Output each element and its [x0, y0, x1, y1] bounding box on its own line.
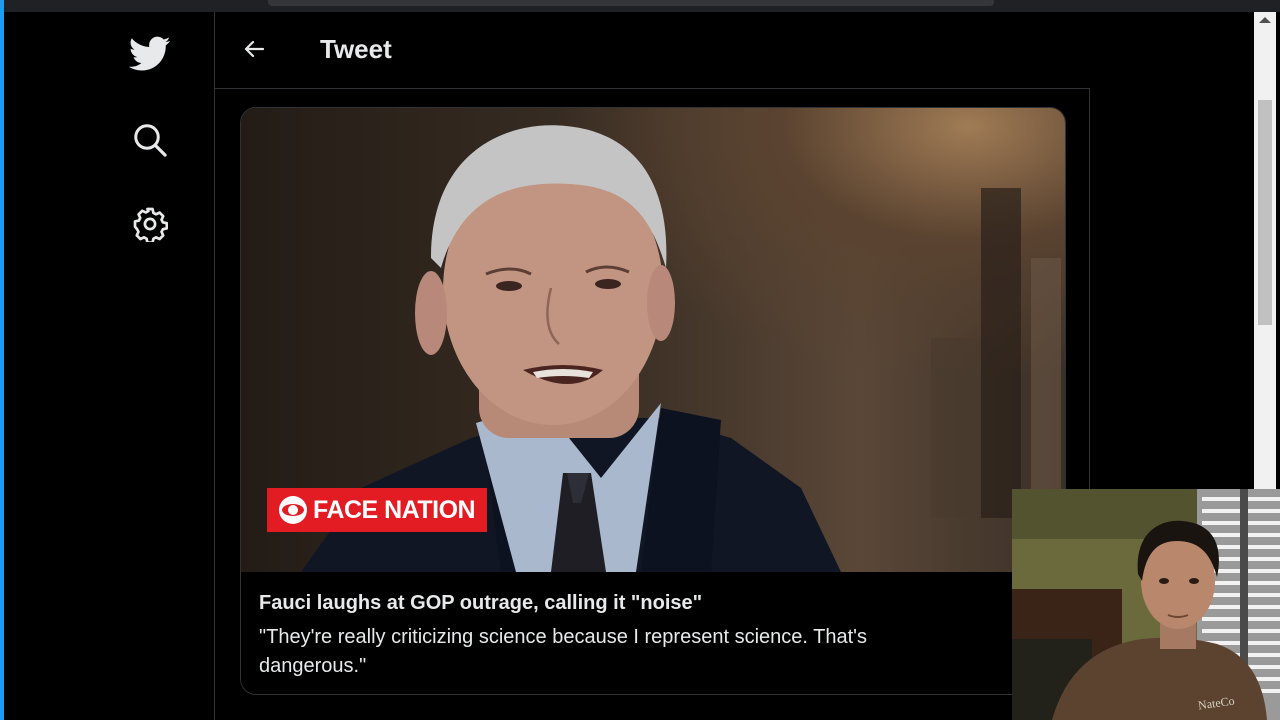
tweet-header: Tweet	[215, 12, 1090, 89]
address-bar[interactable]	[268, 0, 994, 6]
back-button[interactable]	[235, 30, 273, 68]
page-title: Tweet	[320, 34, 392, 64]
sidebar-nav	[4, 12, 214, 720]
search-link[interactable]	[128, 118, 172, 162]
webcam-scene-image	[1012, 489, 1280, 720]
scroll-thumb[interactable]	[1258, 100, 1272, 325]
link-preview-card[interactable]: FACE NATION Fauci laughs at GOP outrage,…	[240, 107, 1066, 695]
search-icon	[134, 124, 167, 157]
card-text-block: Fauci laughs at GOP outrage, calling it …	[241, 572, 1065, 694]
column-divider-left	[214, 12, 215, 720]
card-description: "They're really criticizing science beca…	[259, 626, 867, 677]
show-logo-text: FACE NATION	[313, 495, 476, 524]
video-thumbnail[interactable]: FACE NATION	[241, 108, 1065, 572]
twitter-bird-icon	[129, 36, 171, 71]
scroll-up-arrow-icon[interactable]	[1259, 17, 1271, 23]
gear-icon	[133, 207, 168, 242]
face-the-nation-logo: FACE NATION	[267, 488, 488, 532]
cbs-eye-icon	[279, 496, 307, 524]
webcam-overlay: NateCo	[1012, 489, 1280, 720]
settings-link[interactable]	[128, 202, 172, 246]
card-title: Fauci laughs at GOP outrage, calling it …	[259, 592, 703, 614]
browser-chrome	[0, 0, 1280, 12]
arrow-left-icon	[244, 40, 265, 58]
twitter-home-link[interactable]	[128, 32, 172, 76]
